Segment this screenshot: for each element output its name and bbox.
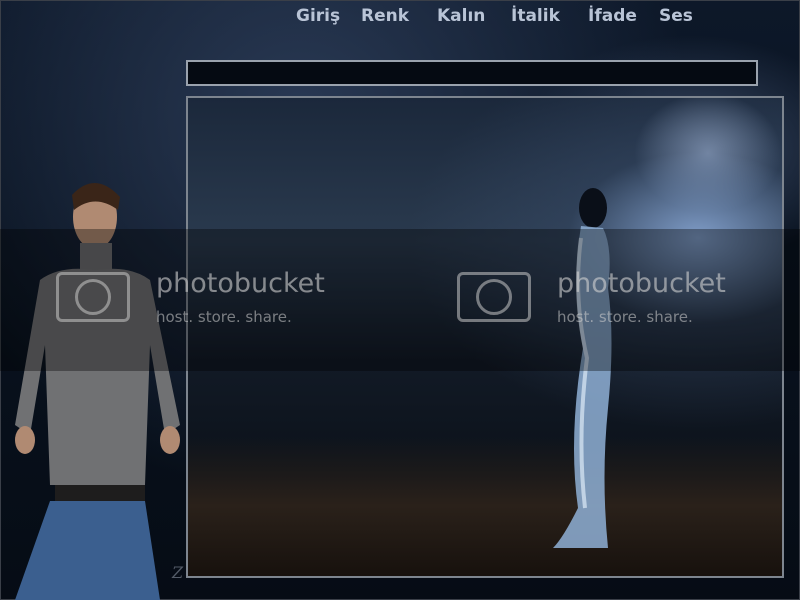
menu-item-renk[interactable]: Renk [361,6,409,26]
watermark-subtitle: host. store. share. [156,308,292,326]
rocky-shore [188,436,782,576]
camera-icon [56,272,130,322]
menu-item-ifade[interactable]: İfade [588,6,637,26]
top-menu: Giriş Renk Kalın İtalik İfade Ses [0,6,800,30]
menu-item-giris[interactable]: Giriş [296,6,340,26]
photobucket-watermark: photobucket host. store. share. [457,262,757,342]
photobucket-watermark: photobucket host. store. share. [56,262,356,342]
menu-item-ses[interactable]: Ses [659,6,693,26]
watermark-subtitle: host. store. share. [557,308,693,326]
watermark-title: photobucket [156,268,325,299]
menu-item-italik[interactable]: İtalik [511,6,560,26]
message-input[interactable] [186,60,758,86]
camera-icon [457,272,531,322]
menu-item-kalin[interactable]: Kalın [437,6,485,26]
signature-mark: Z [172,563,184,582]
watermark-title: photobucket [557,268,726,299]
